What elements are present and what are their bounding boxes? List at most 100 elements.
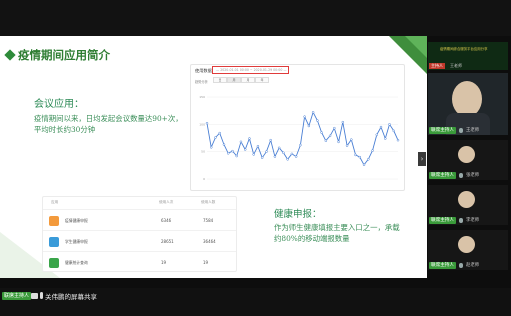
data-point[interactable] xyxy=(260,156,264,159)
data-point[interactable] xyxy=(345,144,349,147)
app-usage-table: 应用 使用人次 使用人数 疫情健康申报 6346 7584 学生健康申报 286… xyxy=(42,196,237,272)
data-point[interactable] xyxy=(256,144,260,148)
role-badge: 联席主持人 xyxy=(429,217,456,224)
data-point[interactable] xyxy=(396,138,400,142)
data-point[interactable] xyxy=(294,155,298,158)
data-point[interactable] xyxy=(282,151,285,155)
segment-day[interactable]: 日 xyxy=(213,77,227,83)
student-report-icon xyxy=(49,237,59,247)
participant-name: 赵老师 xyxy=(466,263,480,268)
row-users: 19 xyxy=(203,260,209,265)
data-point[interactable] xyxy=(243,148,247,151)
header-app: 应用 xyxy=(51,200,59,204)
participant-tile[interactable]: 联席主持人 王老师 xyxy=(428,73,508,135)
data-point[interactable] xyxy=(311,111,315,114)
data-point[interactable] xyxy=(286,158,289,161)
segment-week[interactable]: 周 xyxy=(227,77,241,83)
segment-month[interactable]: 月 xyxy=(241,77,255,83)
next-page-arrow[interactable]: › xyxy=(418,152,426,166)
data-point[interactable] xyxy=(205,121,209,125)
mic-icon xyxy=(40,292,43,299)
row-app-name: 健康统计查询 xyxy=(65,260,88,265)
mic-icon xyxy=(459,173,463,178)
meeting-section-description: 疫情期间以来，日均发起会议数量达90+次，平均时长约30分钟 xyxy=(34,114,183,134)
data-point[interactable] xyxy=(307,124,311,128)
role-badge: 联席主持人 xyxy=(2,292,32,300)
shared-screen-thumbnail[interactable]: 疫情期间综合服务平台应用分享 主持人 王老师 xyxy=(428,42,508,70)
data-point[interactable] xyxy=(239,140,243,144)
row-app-name: 疫情健康申报 xyxy=(65,218,88,223)
data-point[interactable] xyxy=(392,129,396,133)
avatar xyxy=(452,81,482,117)
data-point[interactable] xyxy=(354,153,357,157)
data-point[interactable] xyxy=(375,133,379,136)
participant-name: 王老师 xyxy=(466,128,480,133)
health-section-heading: 健康申报： xyxy=(274,209,322,220)
data-point[interactable] xyxy=(248,137,251,140)
data-point[interactable] xyxy=(328,134,332,138)
data-point[interactable] xyxy=(362,163,366,167)
row-visits: 28651 xyxy=(161,239,174,244)
data-point[interactable] xyxy=(231,149,234,153)
row-app-name: 学生健康申报 xyxy=(65,239,88,244)
chart-date-range[interactable]: — 2020-01-01 00:00 ~ 2020-01-29 00:00 — xyxy=(212,66,289,74)
data-point[interactable] xyxy=(265,150,268,153)
row-users: 7584 xyxy=(203,218,214,223)
data-point[interactable] xyxy=(350,138,353,141)
header-users: 使用人数 xyxy=(201,200,216,204)
data-point[interactable] xyxy=(341,120,345,124)
meeting-window: 疫情期间应用简介 会议应用： 疫情期间以来，日均发起会议数量达90+次，平均时长… xyxy=(0,0,511,316)
screen-share-icon xyxy=(31,293,38,299)
data-point[interactable] xyxy=(277,146,281,150)
table-header: 应用 使用人次 使用人数 xyxy=(43,197,236,207)
mic-icon xyxy=(459,218,463,223)
chart-panel-title: 使用数据 xyxy=(195,68,212,73)
data-point[interactable] xyxy=(235,154,238,158)
data-point[interactable] xyxy=(218,131,221,135)
data-point[interactable] xyxy=(384,137,387,140)
participant-tile[interactable]: 联席主持人 赵老师 xyxy=(428,230,508,270)
participant-name: 张老师 xyxy=(466,173,480,178)
data-point[interactable] xyxy=(333,126,336,130)
participant-tile[interactable]: 联席主持人 张老师 xyxy=(428,140,508,180)
data-point[interactable] xyxy=(222,143,226,146)
y-tick-label: 150 xyxy=(199,95,205,99)
data-point[interactable] xyxy=(226,152,230,155)
data-point[interactable] xyxy=(388,123,391,126)
data-point[interactable] xyxy=(358,155,362,159)
avatar xyxy=(458,191,475,208)
data-point[interactable] xyxy=(337,140,340,144)
data-point[interactable] xyxy=(290,152,294,156)
chart-sub-label: 趋势分析 xyxy=(195,80,208,84)
usage-chart-panel: 使用数据 — 2020-01-01 00:00 ~ 2020-01-29 00:… xyxy=(190,64,405,191)
y-tick-label: 50 xyxy=(201,150,205,154)
data-point[interactable] xyxy=(371,149,374,152)
table-row: 健康统计查询 19 19 xyxy=(43,251,236,272)
segment-year[interactable]: 年 xyxy=(255,77,269,83)
data-point[interactable] xyxy=(299,143,302,147)
title-bullet-icon xyxy=(4,49,16,61)
header-visits: 使用人次 xyxy=(159,200,174,204)
data-point[interactable] xyxy=(209,146,213,149)
data-point[interactable] xyxy=(214,136,217,139)
y-tick-label: 100 xyxy=(199,122,205,126)
thumbnail-title: 疫情期间综合服务平台应用分享 xyxy=(440,47,488,51)
data-point[interactable] xyxy=(252,153,255,156)
data-point[interactable] xyxy=(367,158,370,161)
host-badge: 主持人 xyxy=(429,63,445,69)
data-point[interactable] xyxy=(320,131,323,134)
data-point[interactable] xyxy=(269,138,272,142)
series-line xyxy=(206,111,399,166)
row-visits: 6346 xyxy=(161,218,172,223)
slide-title: 疫情期间应用简介 xyxy=(18,48,110,62)
data-point[interactable] xyxy=(316,119,319,122)
data-point[interactable] xyxy=(324,139,328,142)
bottom-status-bar: 联席主持人 关伟鹏的屏幕共享 xyxy=(0,288,511,316)
role-badge: 联席主持人 xyxy=(429,172,456,179)
participant-name: 李老师 xyxy=(466,218,480,223)
data-point[interactable] xyxy=(273,155,277,158)
data-point[interactable] xyxy=(303,115,306,118)
participant-tile[interactable]: 联席主持人 李老师 xyxy=(428,185,508,225)
data-point[interactable] xyxy=(379,125,383,129)
mic-icon xyxy=(459,128,463,133)
